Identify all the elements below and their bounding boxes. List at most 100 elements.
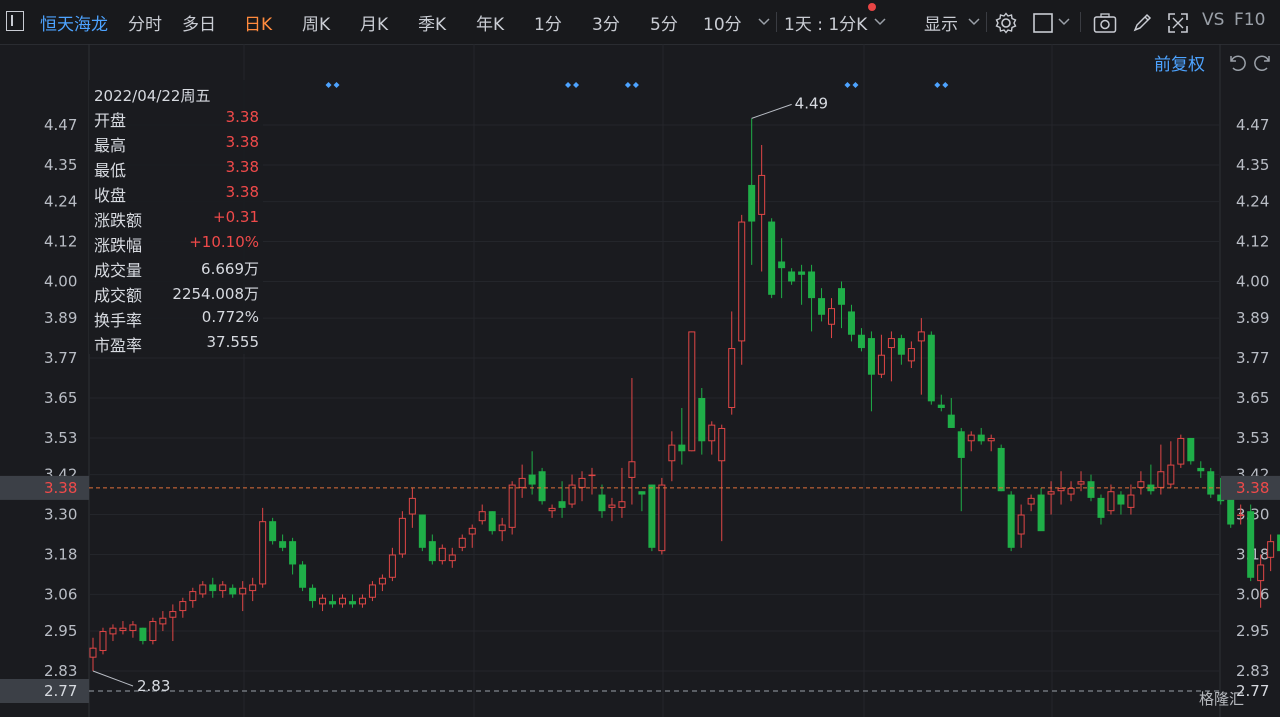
candle [977,427,985,445]
candle-body [967,434,975,442]
candle [1007,491,1015,552]
tab-3min[interactable]: 3分 [592,10,620,35]
candle [768,218,776,299]
f10-button[interactable]: F10 [1234,10,1265,30]
candle-body [1047,491,1055,495]
chevron-down-icon[interactable] [968,18,980,26]
tab-daily-k[interactable]: 日K [244,10,272,35]
candle-body [857,334,865,349]
candle [688,331,696,452]
candle [348,594,356,608]
period-select[interactable]: 1天 : 1分K [784,10,867,35]
candle [847,304,855,342]
info-row-label: 换手率 [94,311,143,330]
candle [329,594,337,608]
candle [1117,491,1125,515]
chevron-down-icon[interactable] [874,18,886,26]
tab-yearly-k[interactable]: 年K [476,10,504,35]
candle-body [478,511,486,522]
candle [1147,464,1155,495]
candle-body [189,591,197,602]
tab-monthly-k[interactable]: 月K [360,10,388,35]
candle [408,487,416,528]
chevron-down-icon[interactable] [758,18,770,26]
tab-quarterly-k[interactable]: 季K [418,10,446,35]
candle-body [558,501,566,508]
candle [508,481,516,535]
info-row-value: 6.669万 [201,260,259,278]
candle [109,624,117,642]
candle-body [249,584,257,592]
candle [229,584,237,598]
info-row: 最高 3.38 [94,132,259,157]
y-tick-label-right: 3.77 [1236,349,1269,367]
info-row: 换手率 0.772% [94,307,259,332]
candle-body [418,514,426,548]
candle-body [1167,464,1175,485]
candle [608,497,616,522]
candle [518,464,526,498]
info-row-value: +10.10% [189,233,259,251]
candle-body [808,271,816,299]
candle-body [1097,497,1105,518]
tab-weekly-k[interactable]: 周K [302,10,330,35]
candle-body [847,311,855,335]
y-tick-label-right: 4.12 [1236,233,1269,251]
max-annotation-label: 4.49 [795,94,828,112]
y-tick-label-left: 3.30 [44,506,77,524]
candle [378,574,386,592]
gear-icon[interactable] [995,12,1017,34]
candle [648,484,656,552]
candle-body [618,501,626,508]
sidebar-toggle-icon[interactable] [6,11,24,31]
tab-10min[interactable]: 10分 [703,10,742,35]
tab-1min[interactable]: 1分 [534,10,562,35]
chevron-down-icon[interactable] [1058,18,1070,26]
crosshair-price-right: 3.38 [1236,479,1269,497]
info-row-value: 3.38 [225,108,259,126]
candle-body [678,444,686,452]
tab-multiday[interactable]: 多日 [182,10,216,35]
info-row-label: 涨跌幅 [94,236,143,255]
candle [538,467,546,505]
candle [319,594,327,612]
candle [458,534,466,552]
candle-body [229,587,237,595]
tab-5min[interactable]: 5分 [650,10,678,35]
checkbox-icon[interactable] [1032,12,1054,34]
candle-body [578,477,586,488]
candle-body [1247,511,1255,578]
candle-body [1257,564,1265,582]
display-menu[interactable]: 显示 [924,10,958,35]
candle [99,627,107,655]
candle-body [388,554,396,578]
candle-body [728,348,736,408]
fullscreen-icon[interactable] [1167,12,1189,34]
candle-body [977,434,985,442]
candle-body [99,631,107,652]
candle-body [119,627,127,632]
candle-body [548,507,556,512]
candle-body [718,427,726,462]
candle [1107,484,1115,515]
tab-intraday[interactable]: 分时 [128,10,162,35]
stock-name[interactable]: 恒天海龙 [40,10,108,35]
candle-body [408,497,416,515]
candle-body [1157,471,1165,488]
y-tick-label-right: 2.83 [1236,662,1269,680]
candle [1037,487,1045,532]
candle [588,467,596,495]
vs-button[interactable]: VS [1202,10,1224,30]
candle [478,504,486,525]
candle-body [708,424,716,442]
candle-body [648,484,656,548]
candle [598,484,606,518]
candle [119,621,127,635]
ohlc-info-panel: 2022/04/22周五 开盘 3.38 最高 3.38 最低 3.38 收盘 3.38 涨跌额… [89,80,263,355]
camera-icon[interactable] [1093,12,1117,34]
draw-pen-icon[interactable] [1131,12,1153,34]
candle-body [598,494,606,512]
candle [269,517,277,545]
candle [927,331,935,405]
candle [368,581,376,602]
